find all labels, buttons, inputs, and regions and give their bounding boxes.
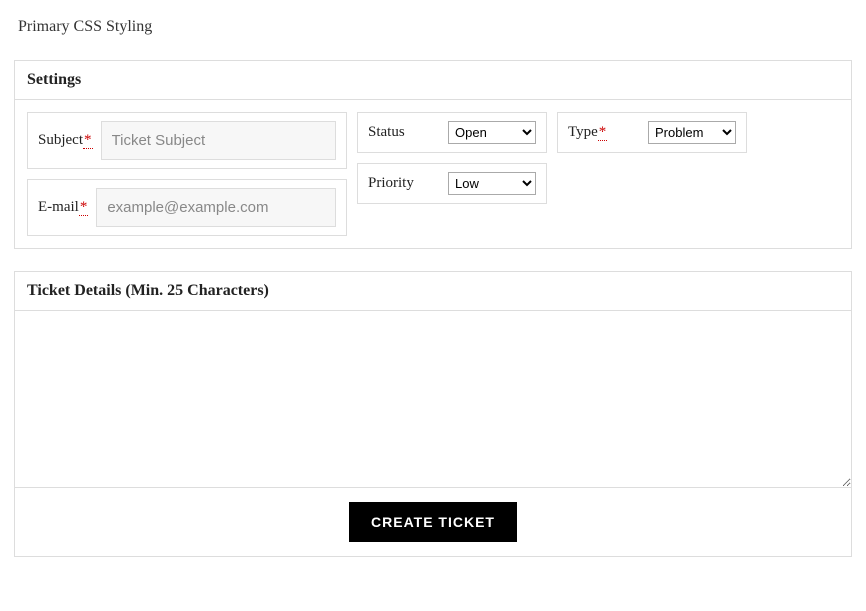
page-title: Primary CSS Styling xyxy=(18,18,852,36)
email-input[interactable] xyxy=(96,188,336,227)
priority-select[interactable]: Low xyxy=(448,172,536,195)
settings-header: Settings xyxy=(15,61,851,100)
email-label: E-mail* xyxy=(38,199,88,216)
email-field: E-mail* xyxy=(27,179,347,236)
type-label: Type* xyxy=(568,124,607,141)
priority-field: Priority Low xyxy=(357,163,547,204)
required-mark: * xyxy=(598,124,608,141)
details-panel: Ticket Details (Min. 25 Characters) CREA… xyxy=(14,271,852,557)
type-field: Type* Problem xyxy=(557,112,747,153)
status-field: Status Open xyxy=(357,112,547,153)
status-label: Status xyxy=(368,124,405,141)
type-select[interactable]: Problem xyxy=(648,121,736,144)
details-header: Ticket Details (Min. 25 Characters) xyxy=(15,272,851,311)
required-mark: * xyxy=(83,132,93,149)
settings-panel: Settings Subject* E-mail* Status Open xyxy=(14,60,852,249)
details-textarea[interactable] xyxy=(15,311,851,487)
subject-field: Subject* xyxy=(27,112,347,169)
priority-label: Priority xyxy=(368,175,414,192)
create-ticket-button[interactable]: CREATE TICKET xyxy=(349,502,517,542)
subject-input[interactable] xyxy=(101,121,337,160)
status-select[interactable]: Open xyxy=(448,121,536,144)
subject-label: Subject* xyxy=(38,132,93,149)
required-mark: * xyxy=(79,199,89,216)
